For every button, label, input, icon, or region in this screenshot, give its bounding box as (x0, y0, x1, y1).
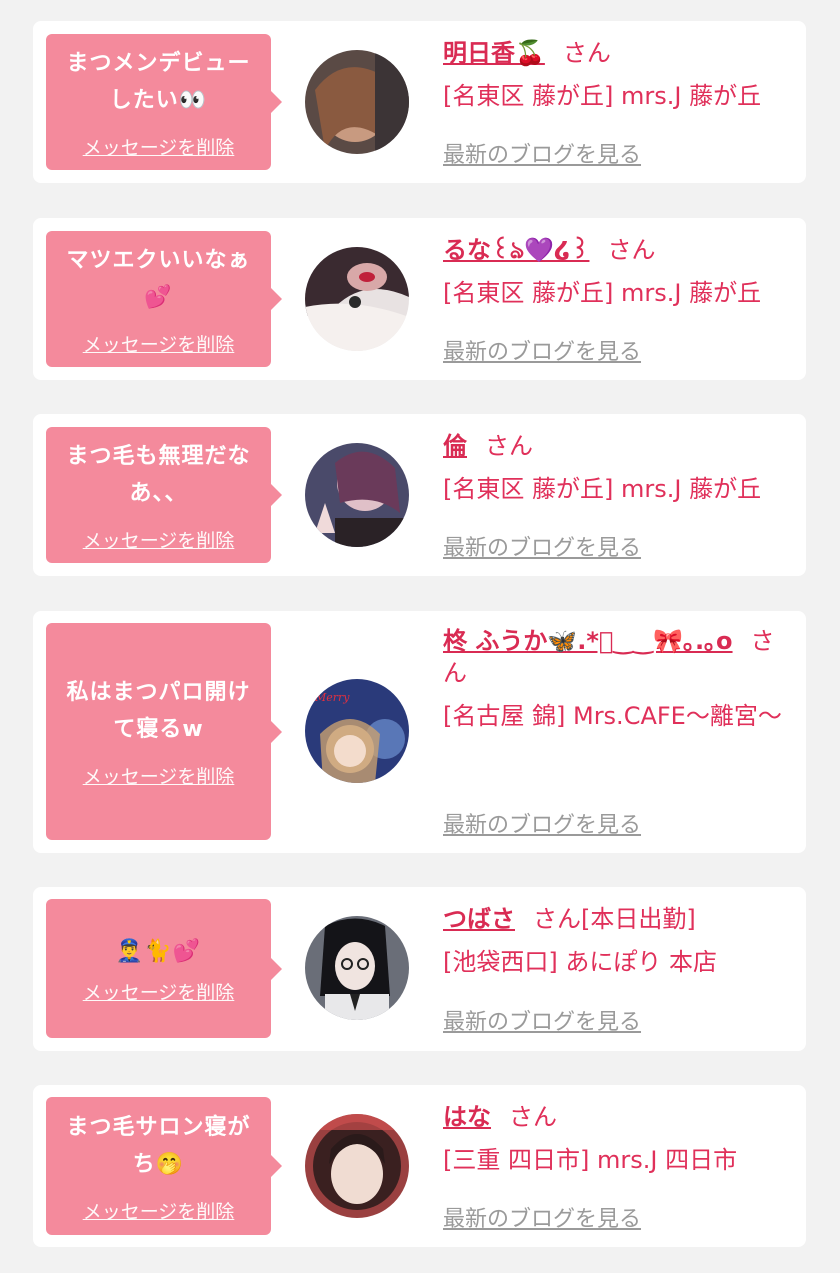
delete-message-link[interactable]: メッセージを削除 (83, 978, 235, 1005)
message-bubble: マツエクいいなぁ💕 メッセージを削除 (46, 231, 282, 367)
message-text: 👮‍♂️🐈💕 (115, 938, 202, 964)
sender-info: るな꒰ঌ💜໒꒱ さん [名東区 藤が丘] mrs.J 藤が丘 (443, 234, 793, 310)
message-text: まつ毛サロン寝がち🤭 (66, 1114, 251, 1177)
status-tag: [本日出勤] (581, 905, 696, 933)
sender-info: つばさ さん[本日出勤] [池袋西口] あにぽり 本店 (443, 903, 793, 979)
latest-blog-link[interactable]: 最新のブログを見る (443, 334, 641, 366)
latest-blog-link[interactable]: 最新のブログを見る (443, 1004, 641, 1036)
honorific: さん (533, 905, 581, 933)
message-card: まつ毛も無理だなあ、、 メッセージを削除 倫さん [名東区 藤が丘] mrs.J… (33, 414, 806, 576)
latest-blog-link[interactable]: 最新のブログを見る (443, 1201, 641, 1233)
message-bubble: まつメンデビューしたい👀 メッセージを削除 (46, 34, 282, 170)
latest-blog-link[interactable]: 最新のブログを見る (443, 137, 641, 169)
shop-name: [池袋西口] あにぽり 本店 (443, 948, 717, 976)
sender-name-link[interactable]: るな꒰ঌ💜໒꒱ (443, 236, 589, 264)
shop-name: [名東区 藤が丘] mrs.J 藤が丘 (443, 82, 762, 110)
sender-name-link[interactable]: 明日香🍒 (443, 39, 545, 67)
message-text: マツエクいいなぁ💕 (66, 247, 251, 310)
avatar[interactable] (305, 247, 409, 351)
honorific: さん (562, 39, 611, 67)
message-text: まつメンデビューしたい👀 (66, 50, 251, 113)
sender-info: はな さん [三重 四日市] mrs.J 四日市 (443, 1101, 793, 1177)
shop-name: [名古屋 錦] Mrs.CAFE〜離宮〜 (443, 702, 782, 730)
sender-name-line: 柊 ふうか🦋.*ﾟ‿‿🎀｡.｡o さん (443, 625, 793, 689)
avatar[interactable] (305, 916, 409, 1020)
sender-name-line: るな꒰ঌ💜໒꒱ さん (443, 234, 793, 266)
message-bubble: まつ毛サロン寝がち🤭 メッセージを削除 (46, 1097, 282, 1235)
delete-message-link[interactable]: メッセージを削除 (83, 1197, 235, 1224)
honorific: さん (509, 1103, 557, 1131)
sender-name-link[interactable]: はな (443, 1103, 491, 1131)
sender-info: 柊 ふうか🦋.*ﾟ‿‿🎀｡.｡o さん [名古屋 錦] Mrs.CAFE〜離宮〜 (443, 625, 793, 733)
delete-message-link[interactable]: メッセージを削除 (83, 133, 235, 160)
message-card: 👮‍♂️🐈💕 メッセージを削除 つばさ さん[本日出勤] [池袋西口] あにぽり … (33, 887, 806, 1051)
message-text: まつ毛も無理だなあ、、 (66, 443, 251, 506)
shop-name: [三重 四日市] mrs.J 四日市 (443, 1146, 738, 1174)
sender-info: 明日香🍒 さん [名東区 藤が丘] mrs.J 藤が丘 (443, 37, 793, 113)
sender-name-line: 明日香🍒 さん (443, 37, 793, 69)
sender-name-line: 倫さん (443, 430, 793, 462)
honorific: さん (607, 236, 656, 264)
sender-name-line: はな さん (443, 1101, 793, 1133)
message-text: 私はまつパロ開けて寝るw (66, 680, 251, 742)
sender-name-link[interactable]: 倫 (443, 432, 467, 460)
message-bubble: まつ毛も無理だなあ、、 メッセージを削除 (46, 427, 282, 563)
avatar[interactable] (305, 443, 409, 547)
svg-text:Merry: Merry (314, 691, 350, 704)
message-bubble: 👮‍♂️🐈💕 メッセージを削除 (46, 899, 282, 1038)
sender-info: 倫さん [名東区 藤が丘] mrs.J 藤が丘 (443, 430, 793, 506)
message-card: マツエクいいなぁ💕 メッセージを削除 るな꒰ঌ💜໒꒱ さん [名東区 藤が丘] m… (33, 218, 806, 380)
delete-message-link[interactable]: メッセージを削除 (83, 762, 235, 789)
message-card: まつ毛サロン寝がち🤭 メッセージを削除 はな さん [三重 四日市] mrs.J … (33, 1085, 806, 1247)
avatar[interactable] (305, 50, 409, 154)
avatar[interactable] (305, 1114, 409, 1218)
avatar[interactable]: Merry (305, 679, 409, 783)
shop-name: [名東区 藤が丘] mrs.J 藤が丘 (443, 475, 762, 503)
honorific: さん (485, 432, 533, 460)
shop-name: [名東区 藤が丘] mrs.J 藤が丘 (443, 279, 762, 307)
latest-blog-link[interactable]: 最新のブログを見る (443, 807, 641, 839)
sender-name-link[interactable]: つばさ (443, 905, 515, 933)
message-card: まつメンデビューしたい👀 メッセージを削除 明日香🍒 さん [名東区 藤が丘] m… (33, 21, 806, 183)
sender-name-line: つばさ さん[本日出勤] (443, 903, 793, 935)
sender-name-link[interactable]: 柊 ふうか🦋.*ﾟ‿‿🎀｡.｡o (443, 627, 733, 655)
delete-message-link[interactable]: メッセージを削除 (83, 526, 235, 553)
message-card: 私はまつパロ開けて寝るw メッセージを削除 Merry 柊 ふうか🦋.*ﾟ‿‿🎀… (33, 611, 806, 853)
message-bubble: 私はまつパロ開けて寝るw メッセージを削除 (46, 623, 282, 840)
delete-message-link[interactable]: メッセージを削除 (83, 330, 235, 357)
latest-blog-link[interactable]: 最新のブログを見る (443, 530, 641, 562)
